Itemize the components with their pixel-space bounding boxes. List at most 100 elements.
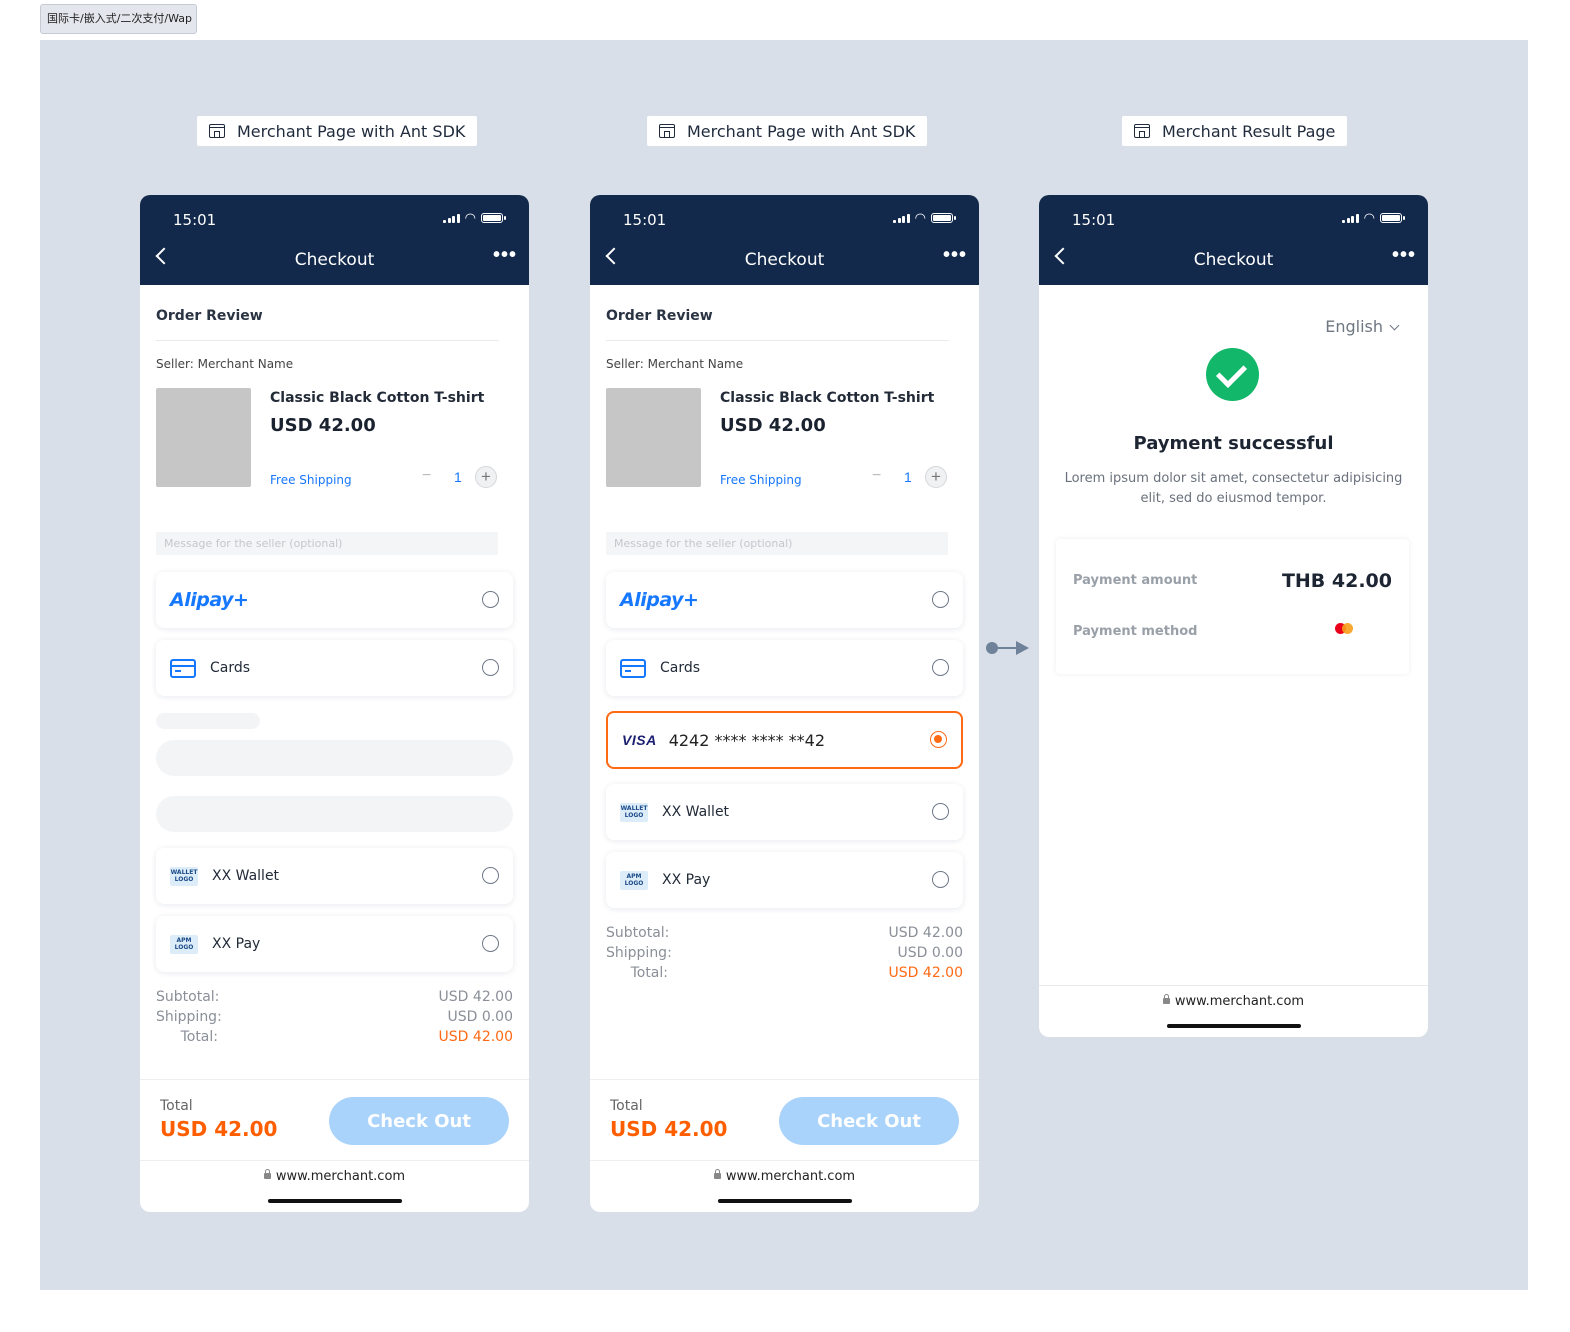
more-icon[interactable]: ••• — [493, 245, 517, 265]
wallet-label: XX Wallet — [212, 868, 280, 884]
shop-icon — [659, 124, 675, 138]
page-label-text: Merchant Page with Ant SDK — [687, 121, 916, 141]
language-selector[interactable]: English — [1325, 317, 1400, 336]
total-label: Total: — [630, 965, 668, 981]
divider — [606, 340, 949, 341]
checkout-bar: Total USD 42.00 Check Out — [140, 1079, 529, 1161]
product-price: USD 42.00 — [720, 415, 826, 436]
apm-logo-icon: APM LOGO — [170, 934, 198, 954]
visa-logo: VISA — [622, 732, 657, 748]
apm-logo-icon: APM LOGO — [620, 870, 648, 890]
shipping-label: Shipping: — [156, 1009, 222, 1025]
payment-details-card: Payment amount THB 42.00 Payment method — [1056, 539, 1409, 674]
radio-saved-card[interactable] — [930, 731, 947, 748]
payment-amount-label: Payment amount — [1073, 573, 1198, 588]
signal-icon — [443, 213, 460, 223]
nav-title: Checkout — [294, 250, 375, 270]
status-icons: ◠ — [893, 210, 956, 225]
seller-message-input[interactable] — [606, 532, 948, 555]
subtotal-row: Subtotal: USD 42.00 — [606, 925, 963, 945]
payment-option-cards[interactable]: Cards — [156, 640, 513, 696]
signal-icon — [893, 213, 910, 223]
phone-header: 15:01 ◠ Checkout ••• — [1039, 195, 1428, 285]
battery-icon — [931, 213, 956, 223]
more-icon[interactable]: ••• — [1392, 245, 1416, 265]
url-bar: www.merchant.com — [140, 1169, 529, 1184]
wifi-icon: ◠ — [914, 210, 926, 225]
payment-option-alipay[interactable]: Alipay+ — [156, 572, 513, 628]
cards-label: Cards — [210, 660, 251, 676]
card-icon — [620, 658, 646, 678]
qty-plus-button[interactable]: + — [475, 466, 497, 488]
lock-icon — [713, 1169, 721, 1179]
seller-message-input[interactable] — [156, 532, 498, 555]
subtotal-label: Subtotal: — [156, 989, 220, 1005]
payment-option-alipay[interactable]: Alipay+ — [606, 572, 963, 628]
status-icons: ◠ — [1342, 211, 1405, 224]
radio-pay[interactable] — [482, 935, 499, 952]
home-indicator — [1167, 1024, 1301, 1028]
status-time: 15:01 — [173, 211, 217, 229]
page-label-1: Merchant Page with Ant SDK — [197, 116, 478, 146]
battery-icon — [481, 213, 506, 223]
shop-icon — [209, 124, 225, 138]
radio-pay[interactable] — [932, 871, 949, 888]
payment-option-wallet[interactable]: WALLET LOGO XX Wallet — [606, 784, 963, 840]
checkout-button[interactable]: Check Out — [329, 1097, 509, 1145]
radio-cards[interactable] — [482, 659, 499, 676]
wallet-logo-icon: WALLET LOGO — [620, 802, 648, 822]
product-name: Classic Black Cotton T-shirt — [270, 390, 485, 406]
shipping-value: USD 0.00 — [447, 1009, 513, 1025]
payment-option-pay[interactable]: APM LOGO XX Pay — [156, 916, 513, 972]
total-value: USD 42.00 — [438, 1029, 513, 1045]
result-description: Lorem ipsum dolor sit amet, consectetur … — [1064, 471, 1403, 506]
payment-option-cards[interactable]: Cards — [606, 640, 963, 696]
page-label-text: Merchant Page with Ant SDK — [237, 121, 466, 141]
subtotal-value: USD 42.00 — [438, 989, 513, 1005]
more-icon[interactable]: ••• — [943, 245, 967, 265]
loading-skeleton — [156, 796, 513, 832]
qty-minus-button[interactable]: − — [872, 467, 881, 485]
url-text: www.merchant.com — [725, 1169, 856, 1184]
checkout-button[interactable]: Check Out — [779, 1097, 959, 1145]
total-amount: USD 42.00 — [610, 1117, 728, 1141]
radio-alipay[interactable] — [932, 591, 949, 608]
language-label: English — [1325, 317, 1383, 336]
shipping-value: USD 0.00 — [897, 945, 963, 961]
total-amount: USD 42.00 — [160, 1117, 278, 1141]
total-row: Total: USD 42.00 — [156, 1029, 513, 1049]
total-label: Total: — [180, 1029, 218, 1045]
phone-result-page: 15:01 ◠ Checkout ••• English Payment suc… — [1039, 195, 1428, 1037]
lock-icon — [1162, 994, 1170, 1004]
signal-icon — [1342, 213, 1359, 223]
url-bar: www.merchant.com — [590, 1169, 979, 1184]
wallet-label: XX Wallet — [662, 804, 730, 820]
cards-label: Cards — [660, 660, 701, 676]
subtotal-row: Subtotal: USD 42.00 — [156, 989, 513, 1009]
divider — [1039, 985, 1428, 986]
qty-minus-button[interactable]: − — [422, 467, 431, 485]
payment-option-saved-card[interactable]: VISA 4242 **** **** **42 — [606, 711, 963, 769]
qty-plus-button[interactable]: + — [925, 466, 947, 488]
loading-skeleton — [156, 713, 260, 729]
subtotal-label: Subtotal: — [606, 925, 670, 941]
nav-title: Checkout — [1193, 250, 1274, 270]
battery-icon — [1380, 213, 1405, 223]
payment-amount-value: THB 42.00 — [1281, 570, 1392, 592]
total-row: Total: USD 42.00 — [606, 965, 963, 985]
payment-option-pay[interactable]: APM LOGO XX Pay — [606, 852, 963, 908]
radio-wallet[interactable] — [482, 867, 499, 884]
radio-cards[interactable] — [932, 659, 949, 676]
total-caption: Total — [610, 1098, 643, 1114]
payment-option-wallet[interactable]: WALLET LOGO XX Wallet — [156, 848, 513, 904]
frame-tag: 国际卡/嵌入式/二次支付/Wap — [40, 4, 197, 34]
mastercard-icon — [1335, 623, 1353, 634]
radio-alipay[interactable] — [482, 591, 499, 608]
subtotal-value: USD 42.00 — [888, 925, 963, 941]
seller-name: Seller: Merchant Name — [606, 357, 744, 371]
shipping-row: Shipping: USD 0.00 — [156, 1009, 513, 1029]
phone-checkout-card-selected: 15:01 ◠ Checkout ••• Order Review Seller… — [590, 195, 979, 1212]
radio-wallet[interactable] — [932, 803, 949, 820]
home-indicator — [718, 1199, 852, 1203]
wallet-logo-icon: WALLET LOGO — [170, 866, 198, 886]
